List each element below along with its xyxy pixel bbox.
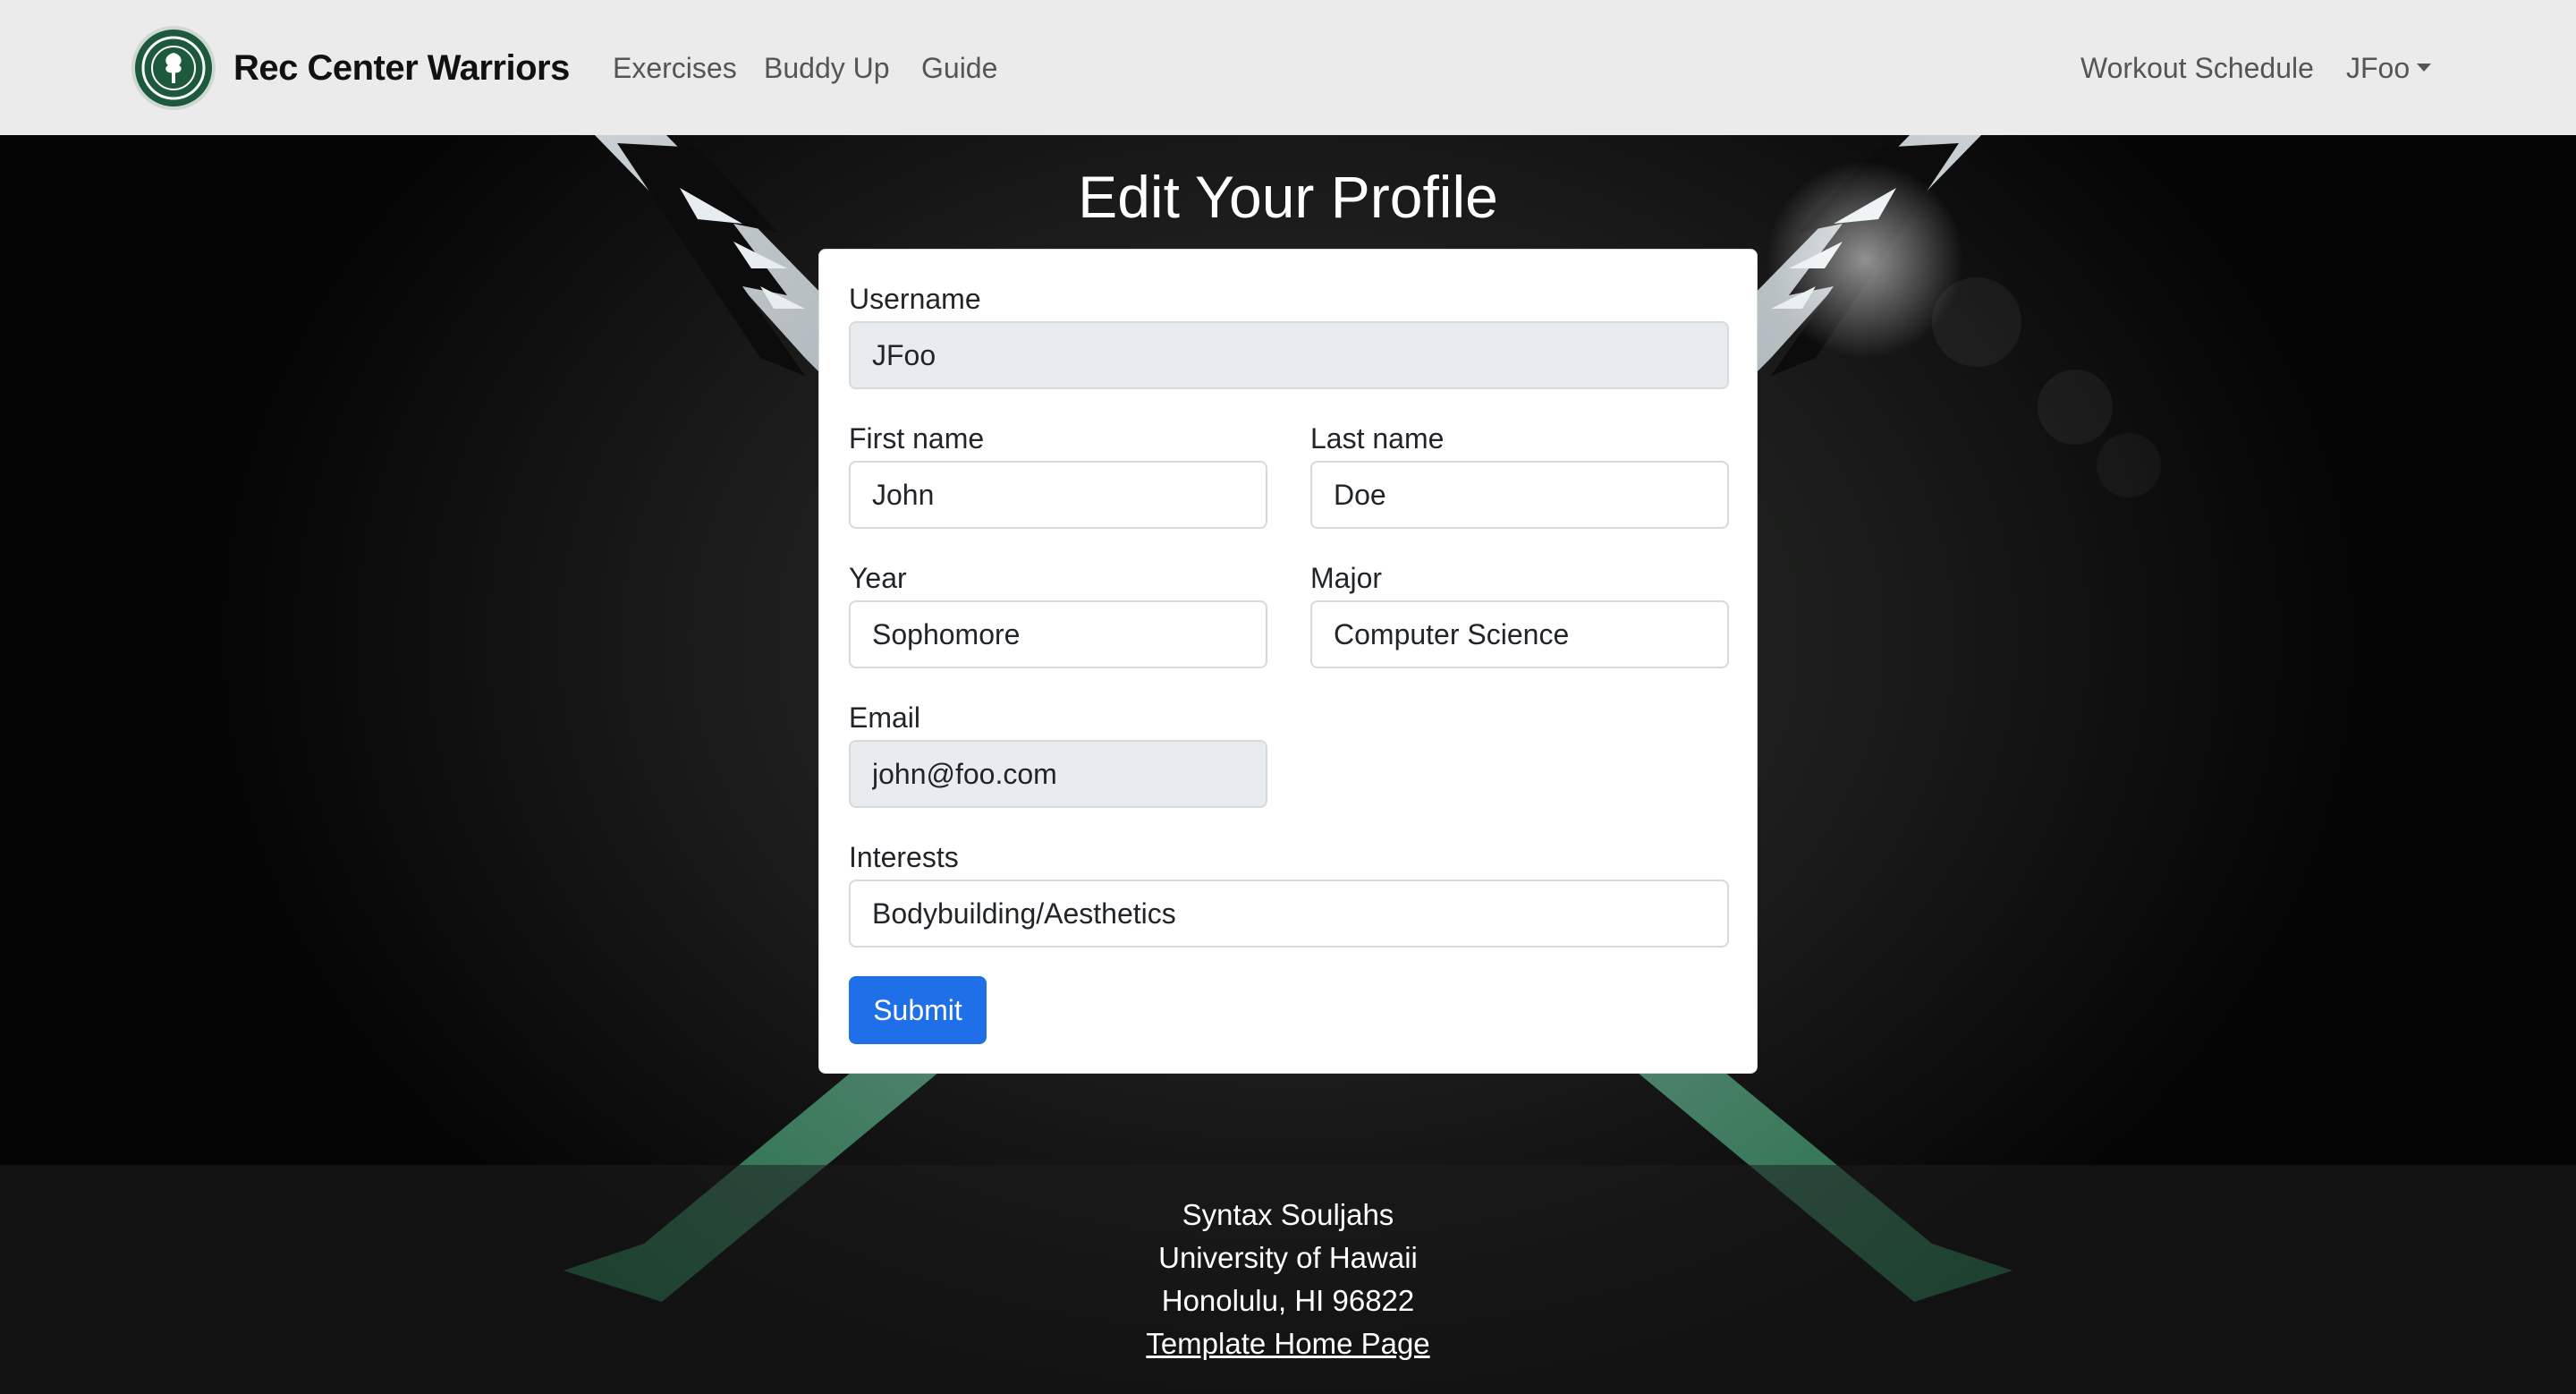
last-name-label: Last name [1310, 422, 1445, 455]
template-home-page-link[interactable]: Template Home Page [1146, 1327, 1429, 1360]
footer-team-name: Syntax Souljahs [1182, 1198, 1394, 1231]
last-name-field[interactable] [1310, 461, 1729, 529]
nav-link-buddy-up[interactable]: Buddy Up [764, 47, 890, 89]
username-field[interactable] [849, 321, 1729, 389]
major-label: Major [1310, 562, 1383, 594]
page-title: Edit Your Profile [1078, 164, 1498, 230]
footer-university: University of Hawaii [1158, 1241, 1418, 1274]
email-field[interactable] [849, 740, 1267, 808]
top-navbar: Rec Center Warriors Exercises Buddy Up G… [0, 0, 2576, 135]
rec-center-logo-icon [131, 26, 216, 110]
brand-title: Rec Center Warriors [233, 47, 570, 88]
nav-link-workout-schedule[interactable]: Workout Schedule [2080, 47, 2314, 89]
year-field[interactable] [849, 600, 1267, 668]
nav-link-guide[interactable]: Guide [921, 47, 997, 89]
submit-button[interactable]: Submit [849, 976, 987, 1044]
interests-field[interactable] [849, 880, 1729, 948]
footer-address: Honolulu, HI 96822 [1161, 1284, 1415, 1317]
major-field[interactable] [1310, 600, 1729, 668]
first-name-label: First name [849, 422, 985, 455]
brand-link[interactable]: Rec Center Warriors [131, 26, 570, 110]
user-menu-label: JFoo [2346, 52, 2411, 84]
year-label: Year [849, 562, 907, 594]
footer: Syntax Souljahs University of Hawaii Hon… [0, 1165, 2576, 1394]
email-label: Email [849, 701, 921, 734]
user-menu-dropdown[interactable]: JFoo [2346, 47, 2432, 89]
username-label: Username [849, 283, 981, 315]
nav-link-exercises[interactable]: Exercises [613, 47, 737, 89]
edit-profile-form: Username First name Last name Year Major… [818, 249, 1758, 1074]
interests-label: Interests [849, 841, 959, 873]
chevron-down-icon [2417, 64, 2432, 72]
first-name-field[interactable] [849, 461, 1267, 529]
